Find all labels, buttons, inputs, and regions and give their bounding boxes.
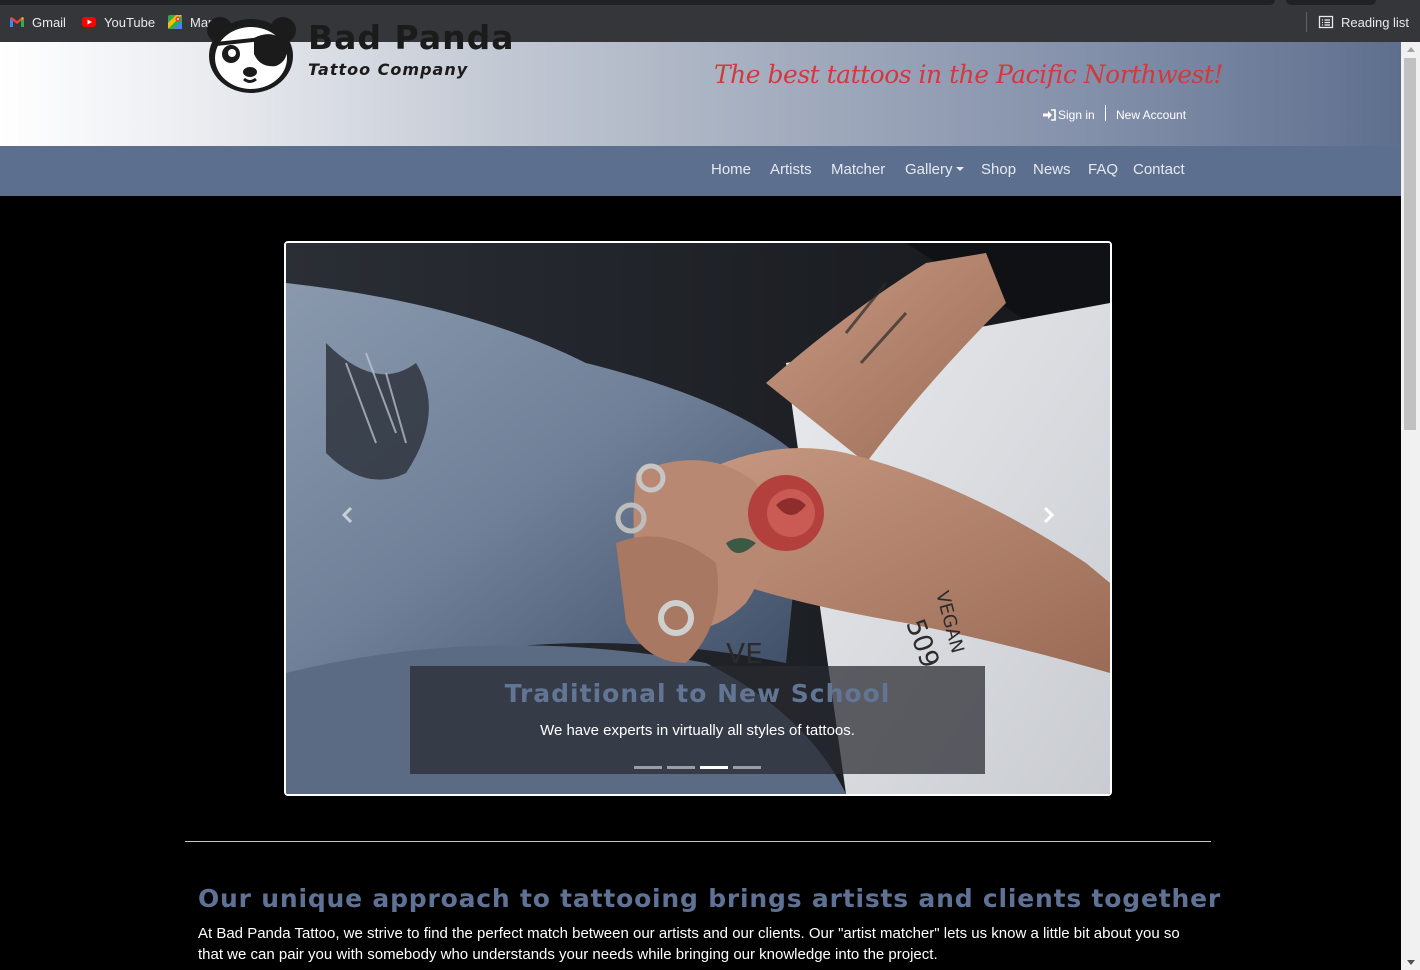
sign-in-icon — [1043, 109, 1056, 121]
carousel-indicator[interactable] — [634, 766, 662, 769]
profile-button-edge[interactable] — [1286, 0, 1376, 5]
intro-paragraph: At Bad Panda Tattoo, we strive to find t… — [198, 925, 1180, 963]
main-navbar — [0, 146, 1401, 196]
nav-news[interactable]: News — [1033, 161, 1071, 178]
section-divider — [185, 841, 1211, 842]
header-tagline: The best tattoos in the Pacific Northwes… — [714, 60, 1223, 89]
scroll-up-arrow-icon[interactable] — [1407, 47, 1415, 52]
carousel-caption-title: Traditional to New School — [504, 679, 891, 708]
chevron-left-icon — [341, 506, 353, 524]
chevron-down-icon — [955, 167, 964, 171]
new-account-label: New Account — [1116, 108, 1187, 122]
carousel-caption: Traditional to New School We have expert… — [410, 666, 985, 774]
bookmark-label: Gmail — [32, 14, 66, 30]
bookmark-youtube[interactable]: YouTube — [81, 13, 155, 31]
nav-gallery-label: Gallery — [905, 161, 953, 178]
reading-list-label: Reading list — [1341, 14, 1409, 30]
carousel-next-button[interactable] — [1038, 505, 1058, 525]
carousel-indicator[interactable] — [700, 766, 728, 769]
nav-artists[interactable]: Artists — [770, 161, 812, 178]
site-logo[interactable]: Bad Panda Tattoo Company — [204, 14, 524, 96]
panda-logo-icon — [207, 17, 296, 93]
carousel-indicator[interactable] — [667, 766, 695, 769]
omnibox-edge — [0, 0, 1275, 5]
nav-home[interactable]: Home — [711, 161, 751, 178]
bookmark-label: YouTube — [104, 14, 156, 30]
new-account-link[interactable]: New Account — [1116, 107, 1186, 123]
reading-list-button[interactable]: Reading list — [1318, 13, 1409, 31]
nav-shop[interactable]: Shop — [981, 161, 1016, 178]
page-scrollbar[interactable] — [1401, 42, 1420, 970]
account-divider — [1105, 105, 1106, 121]
carousel-indicator[interactable] — [733, 766, 761, 769]
sign-in-label: Sign in — [1058, 108, 1095, 122]
brand-name: Bad Panda — [308, 18, 515, 57]
carousel-caption-text: We have experts in virtually all styles … — [540, 722, 855, 739]
scroll-down-arrow-icon[interactable] — [1407, 960, 1415, 965]
intro-heading: Our unique approach to tattooing brings … — [198, 884, 1221, 913]
carousel-indicators — [410, 766, 985, 769]
scrollbar-thumb[interactable] — [1404, 58, 1416, 430]
chevron-right-icon — [1043, 506, 1055, 524]
hero-carousel: 509 VEGAN VE Traditional to New School W… — [284, 241, 1112, 796]
gmail-icon — [9, 14, 25, 30]
maps-icon — [167, 14, 183, 30]
reading-list-icon — [1318, 14, 1334, 30]
nav-faq[interactable]: FAQ — [1088, 161, 1118, 178]
nav-gallery-dropdown[interactable]: Gallery — [905, 161, 964, 178]
bookmark-gmail[interactable]: Gmail — [9, 13, 66, 31]
nav-contact[interactable]: Contact — [1133, 161, 1185, 178]
carousel-prev-button[interactable] — [338, 505, 358, 525]
youtube-icon — [81, 14, 97, 30]
brand-subtitle: Tattoo Company — [308, 60, 469, 79]
nav-matcher[interactable]: Matcher — [831, 161, 885, 178]
sign-in-link[interactable]: Sign in — [1043, 107, 1095, 123]
bookmarks-divider — [1306, 12, 1307, 32]
